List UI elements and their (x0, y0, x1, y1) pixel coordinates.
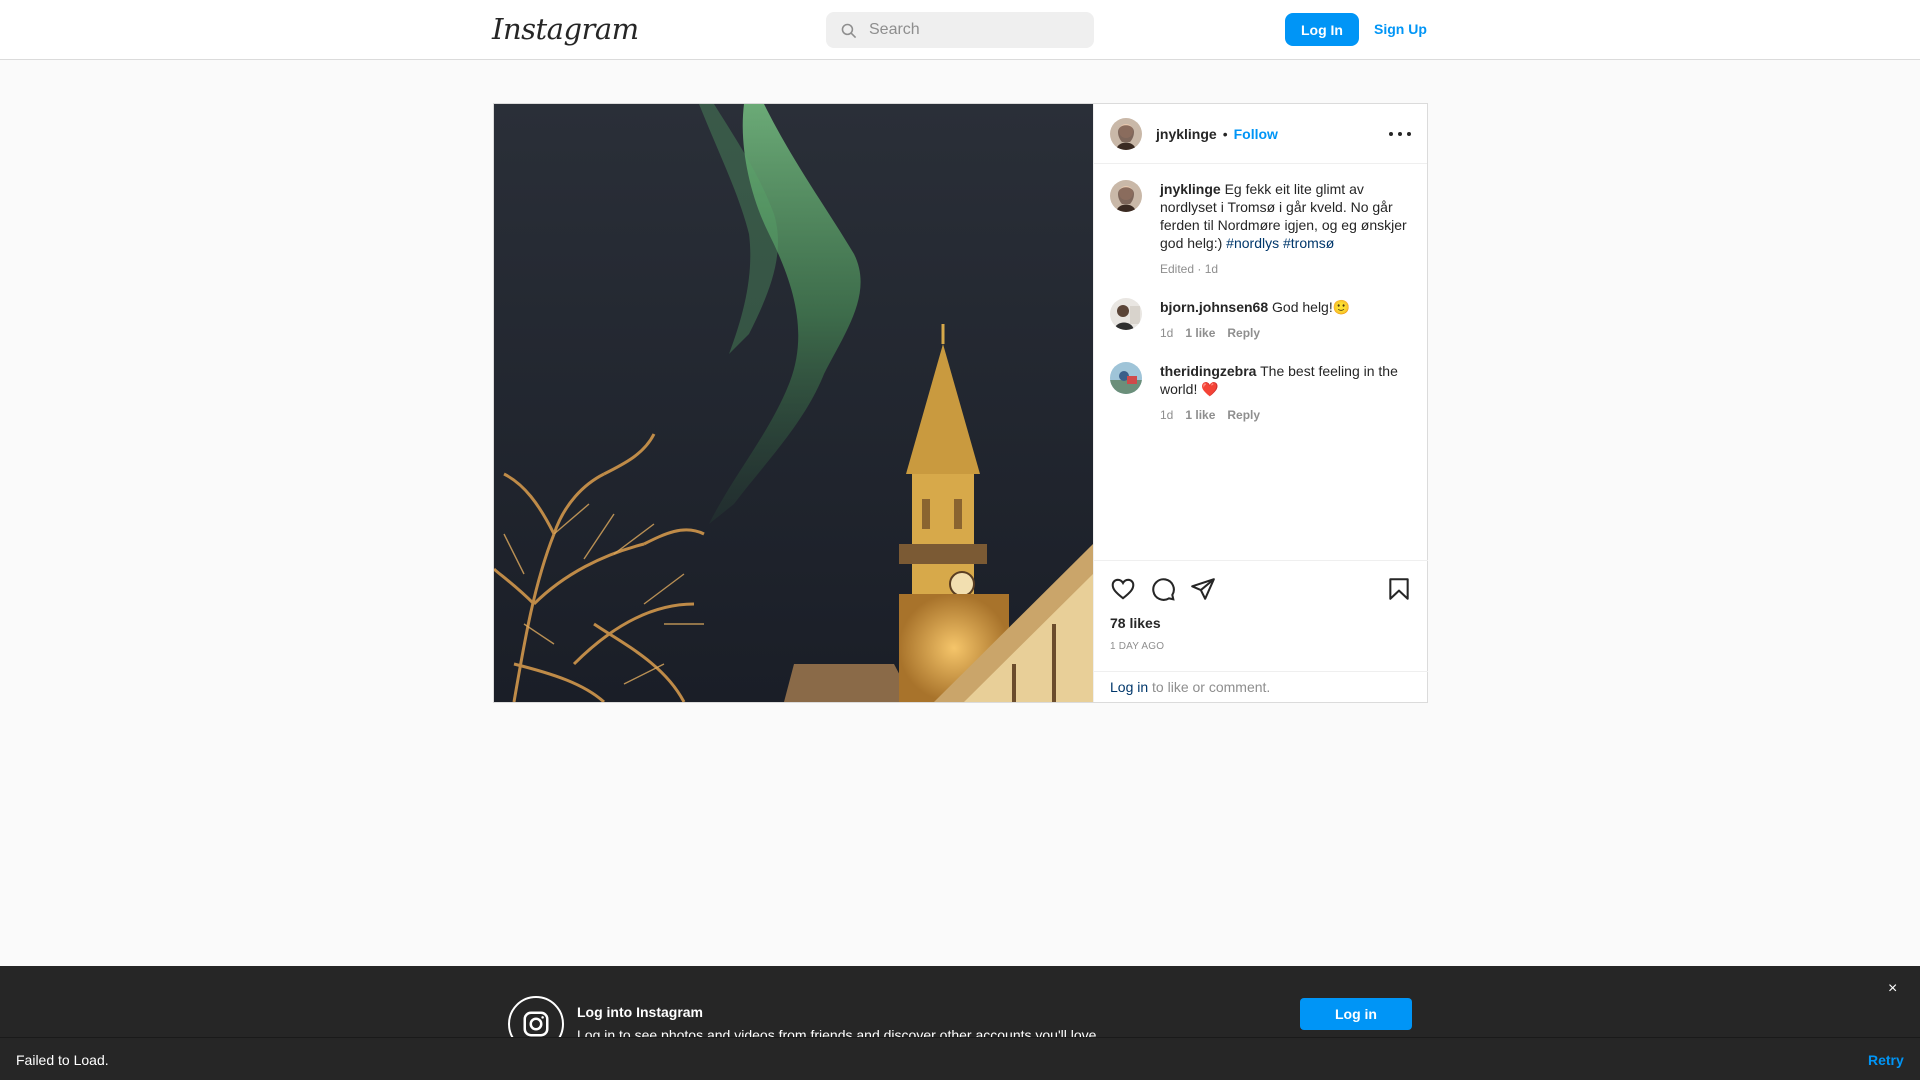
error-message: Failed to Load. (16, 1052, 109, 1068)
caption-author-avatar[interactable] (1110, 180, 1142, 212)
login-to-comment: Log in to like or comment. (1094, 671, 1428, 702)
more-options-icon[interactable] (1389, 124, 1411, 144)
bookmark-icon[interactable] (1386, 576, 1412, 602)
caption-edited-time: Edited · 1d (1160, 262, 1219, 276)
banner-title: Log into Instagram (577, 1004, 703, 1020)
caption-author[interactable]: jnyklinge (1160, 181, 1221, 197)
error-toast: Failed to Load. Retry (0, 1037, 1920, 1080)
comment-likes[interactable]: 1 like (1185, 406, 1215, 424)
comment-author[interactable]: bjorn.johnsen68 (1160, 299, 1268, 315)
comment-item: bjorn.johnsen68 God helg!🙂 1d 1 like Rep… (1110, 298, 1412, 342)
comment-time: 1d (1160, 326, 1174, 340)
comment-author[interactable]: theridingzebra (1160, 363, 1256, 379)
comment-likes[interactable]: 1 like (1185, 324, 1215, 342)
comments-list: jnyklinge Eg fekk eit lite glimt av nord… (1094, 164, 1428, 542)
post-header: jnyklinge • Follow (1094, 104, 1427, 164)
post-date: 1 DAY AGO (1110, 641, 1165, 652)
separator-dot: • (1222, 125, 1228, 142)
search-input[interactable] (869, 21, 1079, 39)
author-username[interactable]: jnyklinge (1156, 126, 1217, 142)
author-avatar[interactable] (1110, 117, 1142, 150)
retry-button[interactable]: Retry (1868, 1052, 1904, 1068)
commenter-avatar[interactable] (1110, 298, 1142, 330)
banner-login-button[interactable]: Log in (1300, 998, 1412, 1030)
comment-text: God helg!🙂 (1268, 299, 1351, 315)
likes-count[interactable]: 78 likes (1110, 615, 1412, 631)
action-icons (1110, 575, 1412, 603)
caption-body: jnyklinge Eg fekk eit lite glimt av nord… (1160, 180, 1410, 278)
login-link[interactable]: Log in (1110, 679, 1148, 695)
comment-time: 1d (1160, 408, 1174, 422)
comment-item: theridingzebra The best feeling in the w… (1110, 362, 1412, 424)
comment-meta: 1d 1 like Reply (1160, 406, 1410, 424)
reply-button[interactable]: Reply (1227, 406, 1260, 424)
reply-button[interactable]: Reply (1227, 324, 1260, 342)
post-sidebar: jnyklinge • Follow jnyklinge Eg fekk eit… (1093, 104, 1428, 702)
commenter-avatar[interactable] (1110, 362, 1142, 394)
follow-button[interactable]: Follow (1234, 126, 1278, 142)
signup-link[interactable]: Sign Up (1374, 21, 1427, 37)
instagram-logo[interactable]: Instagram (492, 12, 639, 46)
post-actions: 78 likes 1 DAY AGO (1094, 560, 1428, 652)
login-button[interactable]: Log In (1285, 13, 1359, 46)
top-navigation-bar: Instagram Log In Sign Up (0, 0, 1920, 60)
comment-meta: 1d 1 like Reply (1160, 324, 1410, 342)
comment-body: theridingzebra The best feeling in the w… (1160, 362, 1410, 424)
aurora-church-photo (494, 104, 1093, 702)
like-heart-icon[interactable] (1110, 576, 1136, 602)
close-icon[interactable]: × (1888, 980, 1897, 998)
caption-meta: Edited · 1d (1160, 260, 1410, 278)
post-container: jnyklinge • Follow jnyklinge Eg fekk eit… (493, 103, 1428, 703)
hashtag-link[interactable]: #tromsø (1283, 235, 1334, 251)
post-photo[interactable] (494, 104, 1093, 702)
search-icon (841, 23, 857, 38)
login-banner: Log into Instagram Log in to see photos … (0, 966, 1920, 1052)
share-send-icon[interactable] (1190, 576, 1216, 602)
login-suffix-text: to like or comment. (1148, 679, 1271, 695)
search-box[interactable] (826, 12, 1094, 48)
comment-bubble-icon[interactable] (1150, 576, 1176, 602)
comment-body: bjorn.johnsen68 God helg!🙂 1d 1 like Rep… (1160, 298, 1410, 342)
hashtag-link[interactable]: #nordlys (1226, 235, 1279, 251)
caption-item: jnyklinge Eg fekk eit lite glimt av nord… (1110, 180, 1412, 278)
